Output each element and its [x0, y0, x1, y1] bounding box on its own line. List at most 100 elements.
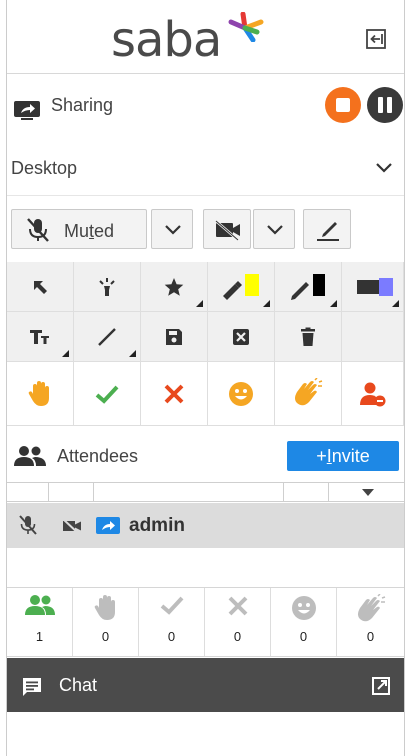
- people-icon: [14, 446, 46, 466]
- save-icon: [166, 328, 182, 345]
- applause-icon: [295, 377, 323, 405]
- mute-label: Muted: [64, 221, 115, 241]
- leave-status-button[interactable]: [342, 362, 404, 426]
- saba-logo: saba: [111, 10, 264, 70]
- pointer-tool[interactable]: [7, 262, 74, 312]
- status-agree[interactable]: 0: [139, 588, 205, 656]
- star-icon: [164, 277, 184, 296]
- status-disagree[interactable]: 0: [205, 588, 271, 656]
- status-summary: 1 0 0 0 0 0: [7, 587, 404, 657]
- chevron-down-icon: [267, 225, 283, 235]
- highlighter-icon: [223, 273, 259, 300]
- mute-button[interactable]: Muted: [11, 209, 147, 249]
- text-tool[interactable]: [7, 312, 74, 362]
- applause-count: 0: [366, 629, 375, 644]
- share-source-value: Desktop: [11, 158, 78, 178]
- sharing-label: Sharing: [51, 95, 114, 115]
- hand-raise-icon: [94, 595, 115, 620]
- agree-button[interactable]: [74, 362, 141, 426]
- mic-off-icon: [27, 218, 49, 242]
- agree-icon: [160, 596, 183, 615]
- hand-raised-count: 0: [101, 629, 110, 644]
- camera-off-icon: [62, 518, 81, 535]
- camera-button[interactable]: [203, 209, 251, 249]
- chat-label: Chat: [59, 675, 98, 695]
- attendee-table-header: [7, 482, 404, 502]
- pencil-icon: [291, 273, 325, 300]
- line-tool[interactable]: [74, 312, 141, 362]
- annotate-button[interactable]: [303, 209, 351, 249]
- present-count: 1: [35, 629, 44, 644]
- smile-count: 0: [299, 629, 308, 644]
- chevron-down-icon: [376, 163, 392, 173]
- pause-sharing-button[interactable]: [367, 87, 403, 123]
- smile-icon: [291, 596, 316, 620]
- user-away-icon: [359, 382, 385, 406]
- popout-icon[interactable]: [371, 676, 391, 696]
- line-icon: [98, 327, 116, 346]
- mic-off-icon: [19, 515, 37, 535]
- disagree-button[interactable]: [141, 362, 208, 426]
- cross-icon: [164, 384, 184, 403]
- arrow-pointer-icon: [34, 280, 47, 294]
- logo-text: saba: [111, 12, 222, 68]
- camera-options-button[interactable]: [253, 209, 295, 249]
- clear-tool[interactable]: [208, 312, 275, 362]
- chat-bar[interactable]: Chat: [7, 658, 404, 712]
- attendees-header: Attendees +Invite: [7, 437, 404, 477]
- shape-tool[interactable]: [342, 262, 404, 312]
- column-mic[interactable]: [48, 483, 93, 502]
- column-share[interactable]: [283, 483, 328, 502]
- invite-button[interactable]: +Invite: [287, 441, 399, 471]
- attendee-name: admin: [129, 515, 185, 536]
- empty-tool-slot: [342, 312, 404, 362]
- mic-options-button[interactable]: [151, 209, 193, 249]
- save-tool[interactable]: [141, 312, 208, 362]
- applause-button[interactable]: [275, 362, 342, 426]
- pen-color-swatch: [313, 273, 325, 296]
- laser-tool[interactable]: [74, 262, 141, 312]
- highlighter-tool[interactable]: [208, 262, 275, 312]
- chevron-down-icon: [165, 225, 181, 235]
- attendees-label: Attendees: [57, 446, 139, 466]
- smile-button[interactable]: [208, 362, 275, 426]
- chat-icon: [23, 678, 41, 696]
- share-source-select[interactable]: Desktop: [7, 140, 404, 196]
- logo-mark-icon: [228, 12, 264, 42]
- check-icon: [95, 385, 119, 404]
- text-size-icon: [30, 329, 49, 344]
- pen-tool[interactable]: [275, 262, 342, 312]
- stamp-tool[interactable]: [141, 262, 208, 312]
- collaboration-panel: saba Sharing Desktop Muted Attendees +In…: [6, 0, 405, 756]
- disagree-icon: [228, 596, 247, 616]
- shape-icon: [356, 277, 393, 296]
- disagree-count: 0: [233, 629, 242, 644]
- status-present[interactable]: 1: [7, 588, 73, 656]
- column-camera[interactable]: [93, 483, 283, 502]
- hand-raise-icon: [28, 380, 49, 406]
- delete-tool[interactable]: [275, 312, 342, 362]
- panel-header: saba: [7, 0, 404, 74]
- applause-icon: [357, 594, 385, 622]
- stop-sharing-button[interactable]: [325, 87, 361, 123]
- media-controls: Muted: [7, 207, 404, 255]
- trash-icon: [301, 327, 315, 346]
- agree-count: 0: [167, 629, 176, 644]
- attendee-row[interactable]: admin: [7, 503, 404, 548]
- laser-pointer-icon: [99, 277, 115, 296]
- raise-hand-button[interactable]: [7, 362, 74, 426]
- sort-desc-icon[interactable]: [362, 489, 374, 496]
- highlight-color-swatch: [245, 273, 259, 296]
- screen-share-icon: [14, 101, 40, 120]
- screen-share-icon: [96, 517, 120, 534]
- present-icon: [24, 595, 55, 615]
- smile-icon: [229, 381, 253, 406]
- sharing-bar: Sharing: [7, 75, 404, 139]
- shape-color-swatch: [378, 277, 393, 296]
- status-hand-raised[interactable]: 0: [73, 588, 139, 656]
- clear-icon: [233, 328, 249, 345]
- status-applause[interactable]: 0: [337, 588, 404, 656]
- camera-off-icon: [215, 220, 240, 241]
- exit-icon[interactable]: [365, 28, 387, 50]
- status-smile[interactable]: 0: [271, 588, 337, 656]
